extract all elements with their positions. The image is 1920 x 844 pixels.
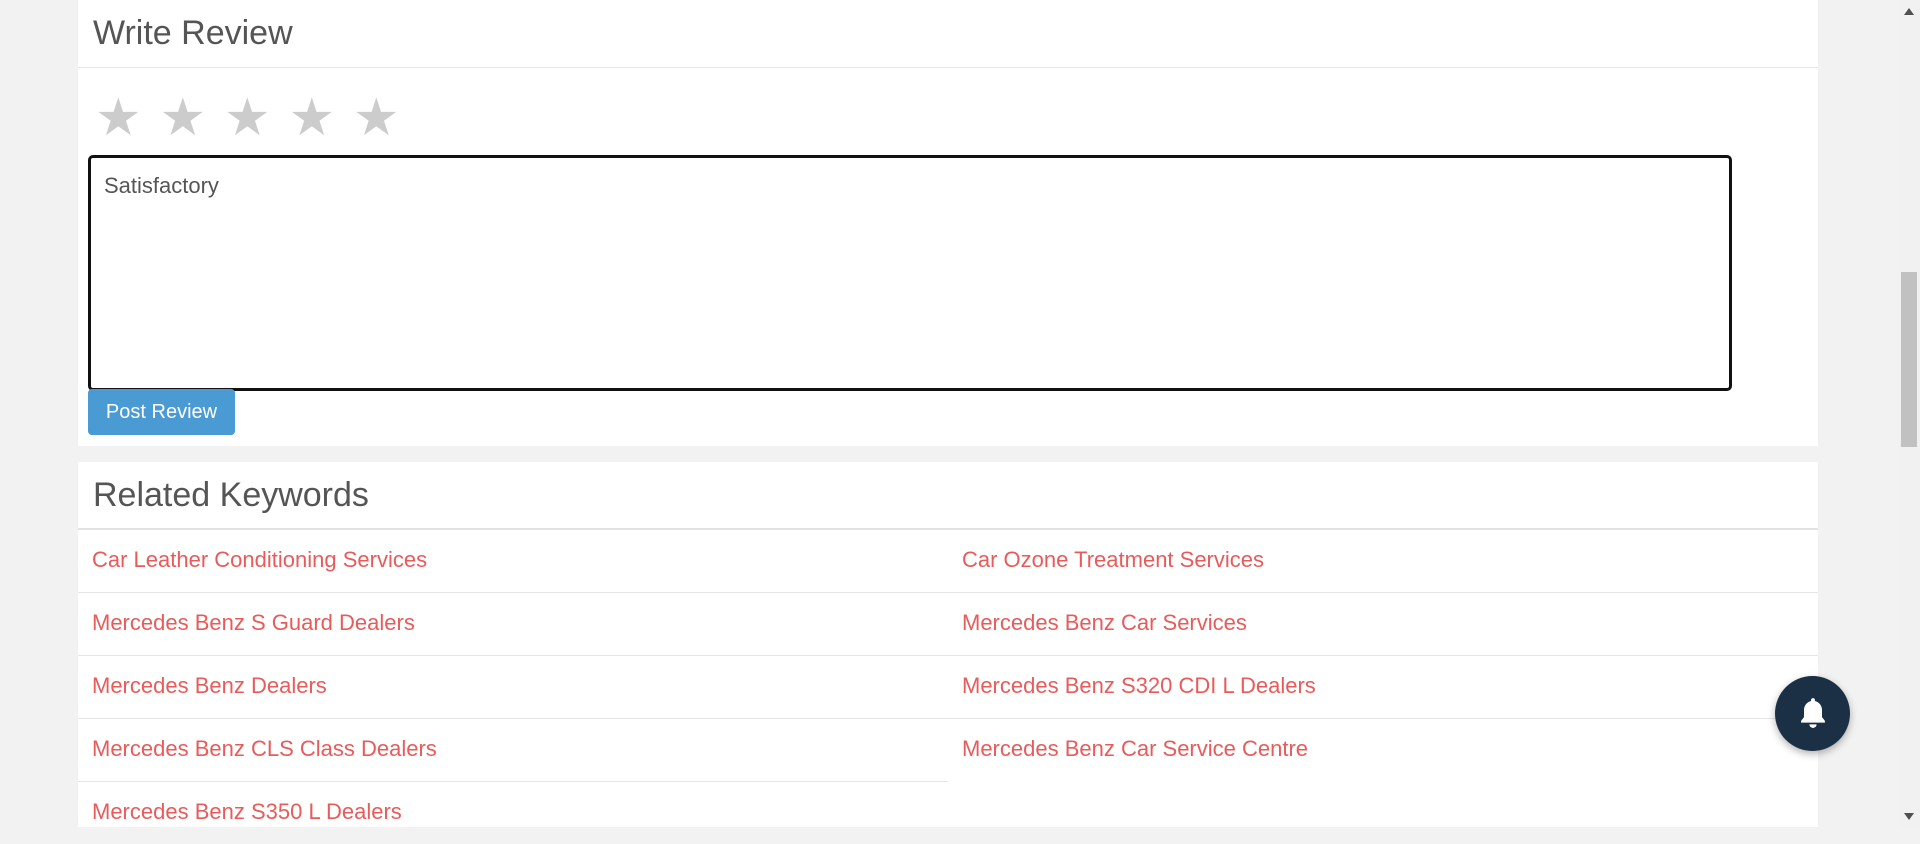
keyword-link[interactable]: Mercedes Benz Car Service Centre: [948, 719, 1818, 781]
keyword-link[interactable]: Mercedes Benz Dealers: [78, 656, 948, 719]
related-keywords-title: Related Keywords: [78, 462, 1818, 530]
scrollbar-thumb[interactable]: [1901, 272, 1917, 447]
scroll-up-icon[interactable]: [1898, 2, 1920, 20]
keyword-link[interactable]: Mercedes Benz S350 L Dealers: [78, 782, 948, 844]
keyword-link[interactable]: Car Ozone Treatment Services: [948, 530, 1818, 593]
keyword-link[interactable]: Mercedes Benz Car Services: [948, 593, 1818, 656]
write-review-panel: Write Review ★ ★ ★ ★ ★ Post Review: [78, 0, 1818, 446]
post-review-button[interactable]: Post Review: [88, 389, 235, 435]
keyword-link[interactable]: Car Leather Conditioning Services: [78, 530, 948, 593]
notification-button[interactable]: [1775, 676, 1850, 751]
star-icon[interactable]: ★: [280, 88, 345, 148]
keyword-link[interactable]: Mercedes Benz S320 CDI L Dealers: [948, 656, 1818, 719]
star-icon[interactable]: ★: [151, 88, 216, 148]
star-icon[interactable]: ★: [86, 88, 151, 148]
star-icon[interactable]: ★: [215, 88, 280, 148]
star-icon[interactable]: ★: [344, 88, 409, 148]
write-review-title: Write Review: [78, 0, 1818, 68]
star-rating[interactable]: ★ ★ ★ ★ ★: [86, 88, 409, 148]
scroll-down-icon[interactable]: [1898, 807, 1920, 825]
review-textarea[interactable]: [88, 155, 1732, 391]
keyword-link[interactable]: Mercedes Benz CLS Class Dealers: [78, 719, 948, 782]
keyword-link[interactable]: Mercedes Benz S Guard Dealers: [78, 593, 948, 656]
vertical-scrollbar[interactable]: [1898, 0, 1920, 827]
bell-icon: [1800, 697, 1825, 728]
related-keywords-panel: Related Keywords Car Leather Conditionin…: [78, 462, 1818, 827]
keyword-list: Car Leather Conditioning Services Car Oz…: [78, 530, 1818, 844]
